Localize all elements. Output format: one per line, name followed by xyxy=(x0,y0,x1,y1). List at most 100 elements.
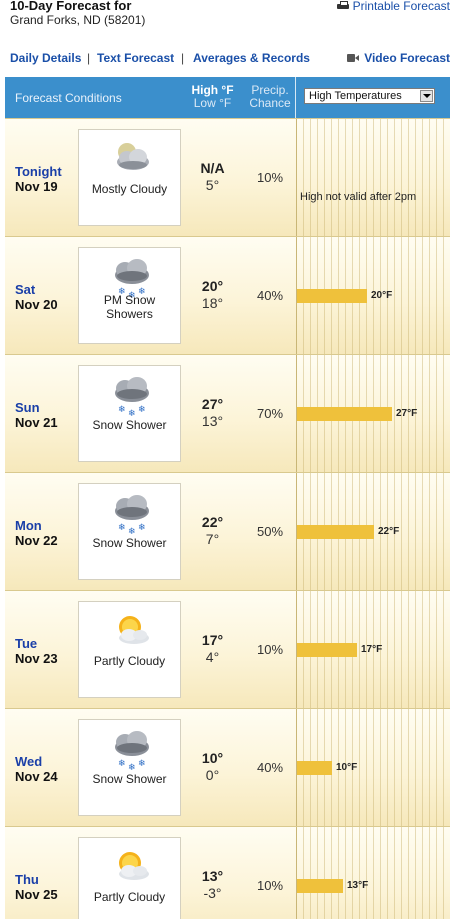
location-label: Grand Forks, ND (58201) xyxy=(10,13,146,27)
day-name[interactable]: Wed xyxy=(15,754,58,769)
low-temp: 7° xyxy=(205,531,220,547)
precip-chance: 10% xyxy=(256,642,284,657)
high-temp-bar xyxy=(297,289,367,303)
high-temp: 13° xyxy=(201,868,224,884)
svg-text:❄: ❄ xyxy=(128,527,136,536)
day-name[interactable]: Sat xyxy=(15,282,58,297)
day-label[interactable]: Tonight Nov 19 xyxy=(15,164,62,194)
condition-card[interactable]: ❄ ❄ ❄ Snow Shower xyxy=(78,719,181,816)
high-low-temps: 10° 0° xyxy=(180,750,245,784)
high-temp-bar-label: 27°F xyxy=(396,408,418,419)
day-name[interactable]: Tue xyxy=(15,636,58,651)
day-name[interactable]: Tonight xyxy=(15,164,62,179)
printer-icon xyxy=(336,1,349,11)
precip-header-line2: Chance xyxy=(249,96,291,110)
high-temp-bar-label: 13°F xyxy=(347,880,369,891)
temperature-graph-cell: 27°F xyxy=(296,355,450,472)
low-temp-header: Low °F xyxy=(193,96,232,110)
high-temp-bar xyxy=(297,407,392,421)
condition-text: PM Snow xyxy=(103,293,156,307)
precip-chance: 50% xyxy=(256,524,284,539)
nav-separator: | xyxy=(181,51,185,65)
svg-text:❄: ❄ xyxy=(138,523,146,533)
condition-text: Mostly Cloudy xyxy=(91,182,168,196)
high-temp-bar-label: 10°F xyxy=(336,762,358,773)
precip-chance: 70% xyxy=(256,406,284,421)
forecast-table-header: Forecast Conditions High °F Low °F Preci… xyxy=(5,77,450,118)
condition-card[interactable]: Mostly Cloudy xyxy=(78,129,181,226)
averages-records-link[interactable]: Averages & Records xyxy=(193,51,310,65)
condition-text: Snow Shower xyxy=(92,772,167,786)
graph-type-selected: High Temperatures xyxy=(309,90,402,102)
svg-text:❄: ❄ xyxy=(128,763,136,772)
low-temp: 18° xyxy=(201,295,224,311)
day-date: Nov 20 xyxy=(15,297,58,312)
day-label[interactable]: Mon Nov 22 xyxy=(15,518,58,548)
high-temp-bar-label: 20°F xyxy=(371,290,393,301)
high-low-temps: 20° 18° xyxy=(180,278,245,312)
day-name[interactable]: Sun xyxy=(15,400,58,415)
day-date: Nov 21 xyxy=(15,415,58,430)
forecast-row: Tue Nov 23 Partly Cloudy 17° 4° 10% 17°F xyxy=(5,590,450,708)
day-name[interactable]: Thu xyxy=(15,872,58,887)
day-name[interactable]: Mon xyxy=(15,518,58,533)
video-camera-icon xyxy=(347,54,360,62)
low-temp: -3° xyxy=(203,885,222,901)
day-label[interactable]: Wed Nov 24 xyxy=(15,754,58,784)
forecast-row: Tonight Nov 19 Mostly Cloudy N/A 5° 10% High n… xyxy=(5,118,450,236)
high-temp: 10° xyxy=(201,750,224,766)
text-forecast-link[interactable]: Text Forecast xyxy=(97,51,174,65)
temperature-graph-cell: 22°F xyxy=(296,473,450,590)
condition-card[interactable]: Partly Cloudy xyxy=(78,601,181,698)
condition-card[interactable]: ❄ ❄ ❄ PM Snow Showers xyxy=(78,247,181,344)
high-low-temps: 27° 13° xyxy=(180,396,245,430)
forecast-nav: Daily Details | Text Forecast | Averages… xyxy=(10,51,450,67)
low-temp: 13° xyxy=(201,413,224,429)
temperature-graph-cell: 10°F xyxy=(296,709,450,826)
high-temp-bar-label: 17°F xyxy=(361,644,383,655)
low-temp: 5° xyxy=(205,177,220,193)
svg-text:❄: ❄ xyxy=(118,759,126,769)
precip-chance: 40% xyxy=(256,760,284,775)
day-date: Nov 24 xyxy=(15,769,58,784)
condition-card[interactable]: ❄ ❄ ❄ Snow Shower xyxy=(78,365,181,462)
svg-text:❄: ❄ xyxy=(138,759,146,769)
low-temp: 0° xyxy=(205,767,220,783)
high-temp-bar xyxy=(297,643,357,657)
day-label[interactable]: Tue Nov 23 xyxy=(15,636,58,666)
printable-forecast-label: Printable Forecast xyxy=(352,0,450,13)
precip-chance: 10% xyxy=(256,878,284,893)
page-header: 10-Day Forecast for Grand Forks, ND (582… xyxy=(10,0,450,30)
dropdown-arrow-icon[interactable] xyxy=(420,90,433,102)
precip-column-header: Precip. Chance xyxy=(245,84,295,110)
high-temp: 22° xyxy=(201,514,224,530)
temperature-graph-cell: 17°F xyxy=(296,591,450,708)
graph-note: High not valid after 2pm xyxy=(300,191,417,203)
svg-text:❄: ❄ xyxy=(128,409,136,418)
graph-type-select[interactable]: High Temperatures xyxy=(304,88,435,104)
video-forecast-link[interactable]: Video Forecast xyxy=(347,51,450,65)
day-label[interactable]: Sun Nov 21 xyxy=(15,400,58,430)
high-low-column-header: High °F Low °F xyxy=(180,84,245,110)
forecast-row: Mon Nov 22 ❄ ❄ ❄ Snow Shower 22° 7° 50% 22°F xyxy=(5,472,450,590)
condition-text: Snow Shower xyxy=(92,418,167,432)
forecast-row: Wed Nov 24 ❄ ❄ ❄ Snow Shower 10° 0° 40% 10°F xyxy=(5,708,450,826)
conditions-column-header: Forecast Conditions xyxy=(15,91,122,105)
printable-forecast-link[interactable]: Printable Forecast xyxy=(336,0,450,13)
high-temp: 27° xyxy=(201,396,224,412)
high-temp: 20° xyxy=(201,278,224,294)
condition-text: Snow Shower xyxy=(92,536,167,550)
condition-card[interactable]: ❄ ❄ ❄ Snow Shower xyxy=(78,483,181,580)
day-label[interactable]: Sat Nov 20 xyxy=(15,282,58,312)
condition-text: Partly Cloudy xyxy=(93,654,166,668)
high-temp-bar xyxy=(297,761,332,775)
temperature-graph-cell: High not valid after 2pm xyxy=(296,119,450,236)
daily-details-link[interactable]: Daily Details xyxy=(10,51,81,65)
day-date: Nov 19 xyxy=(15,179,58,194)
day-label[interactable]: Thu Nov 25 xyxy=(15,872,58,902)
temperature-graph-cell: 13°F xyxy=(296,827,450,919)
high-temp: N/A xyxy=(200,160,225,176)
condition-card[interactable]: Partly Cloudy xyxy=(78,837,181,919)
forecast-row: Thu Nov 25 Partly Cloudy 13° -3° 10% 13°F xyxy=(5,826,450,919)
temperature-graph-cell: 20°F xyxy=(296,237,450,354)
